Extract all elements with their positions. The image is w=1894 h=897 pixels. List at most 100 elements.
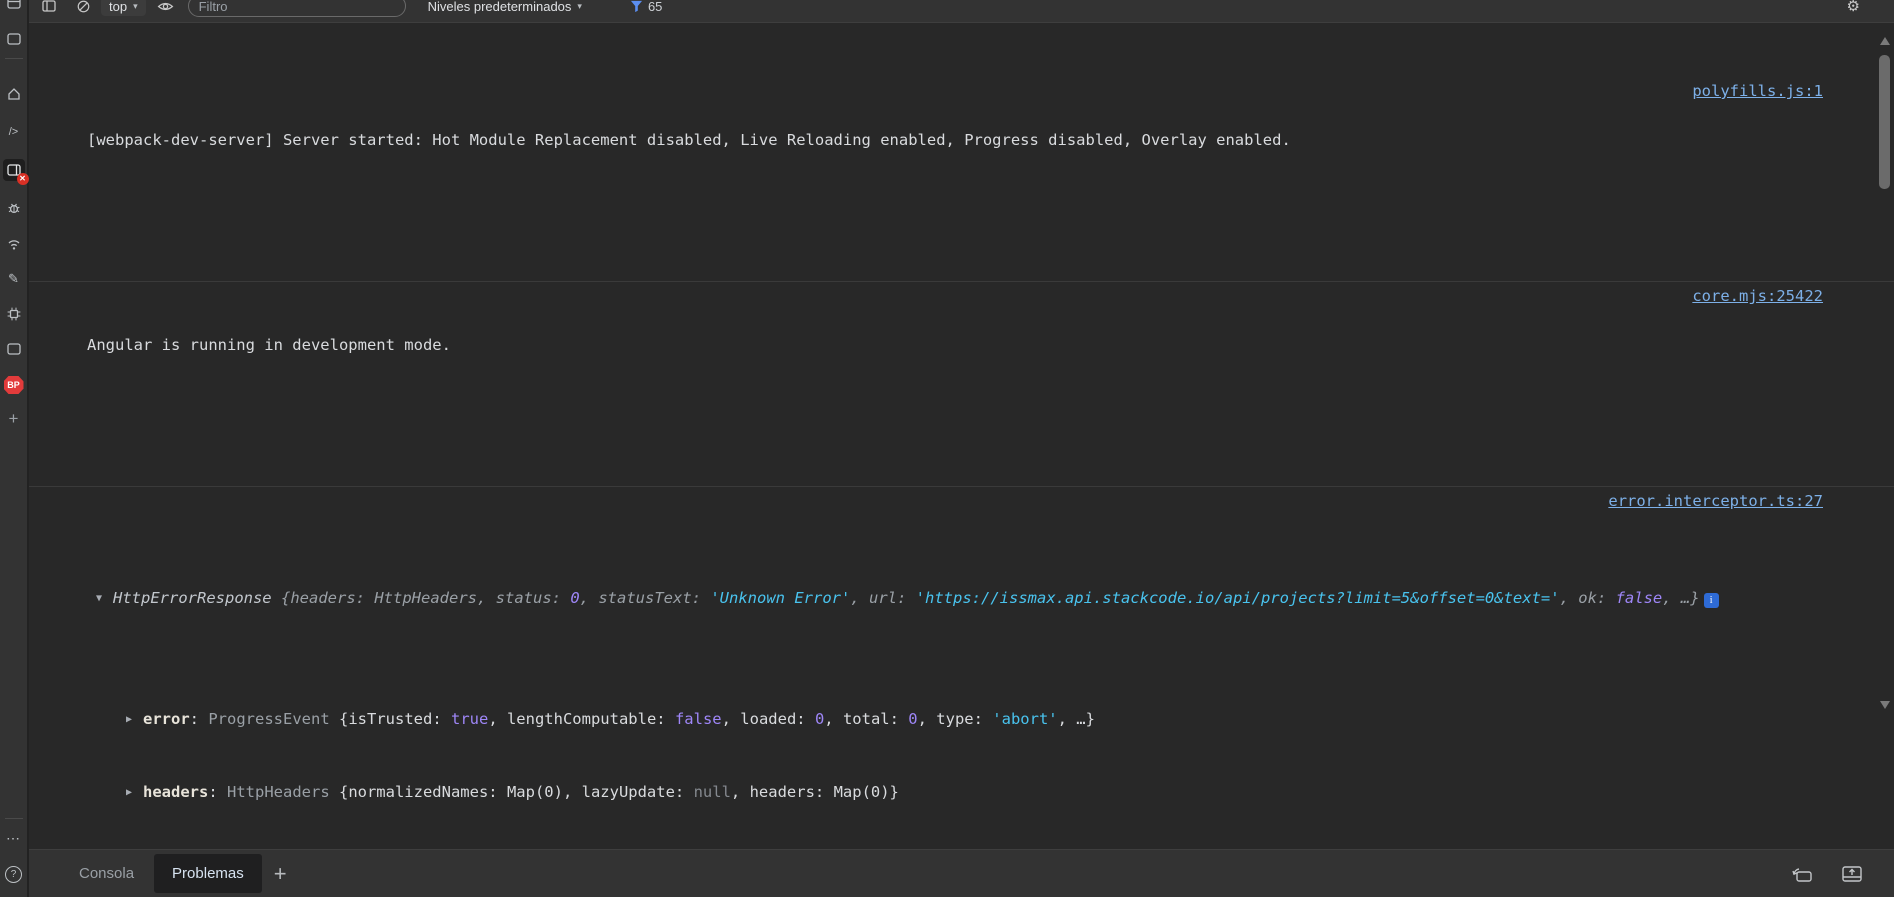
text-token: : bbox=[552, 589, 571, 607]
hidden-messages-counter[interactable]: 65 bbox=[630, 0, 662, 14]
text-token: [webpack-dev-server] Server started: Hot… bbox=[87, 131, 1291, 149]
sidebar-divider bbox=[5, 818, 23, 819]
panel-top-icon[interactable] bbox=[3, 0, 25, 14]
scrollbar bbox=[1876, 23, 1894, 715]
error-object-group: error.interceptor.ts:27 ▼HttpErrorRespon… bbox=[29, 486, 1894, 850]
error-count-badge: ✕ bbox=[17, 173, 29, 185]
text-token: : bbox=[190, 710, 209, 728]
chip-icon[interactable] bbox=[3, 303, 25, 325]
scroll-down-arrow[interactable] bbox=[1880, 701, 1890, 709]
text-token: HttpHeaders bbox=[227, 783, 339, 801]
bp-badge: BP bbox=[4, 376, 24, 394]
text-token: , headers: Map(0)} bbox=[731, 783, 899, 801]
info-icon[interactable]: i bbox=[1704, 593, 1719, 608]
source-link[interactable]: error.interceptor.ts:27 bbox=[1608, 490, 1823, 512]
object-property: ▶error: ProgressEvent {isTrusted: true, … bbox=[126, 707, 1804, 732]
text-token: 0 bbox=[815, 710, 824, 728]
object-children: ▶error: ProgressEvent {isTrusted: true, … bbox=[87, 659, 1804, 850]
settings-gear-icon[interactable]: ⚙ bbox=[1847, 0, 1860, 15]
context-selector[interactable]: top ▾ bbox=[101, 0, 146, 16]
text-token: true bbox=[451, 710, 488, 728]
text-token: 'https://issmax.api.stackcode.io/api/pro… bbox=[916, 589, 1560, 607]
text-token: , lengthComputable: bbox=[488, 710, 675, 728]
help-icon[interactable]: ? bbox=[3, 863, 25, 885]
more-tools-icon[interactable]: ⋯ bbox=[3, 827, 25, 849]
filter-input[interactable] bbox=[188, 0, 406, 17]
console-toolbar: top ▾ Niveles predeterminados ▾ 65 ⚙ bbox=[29, 0, 1894, 23]
rotate-device-icon[interactable] bbox=[1790, 862, 1814, 886]
tab-console[interactable]: Consola bbox=[61, 850, 152, 897]
console-message: Angular is running in development mode. … bbox=[29, 281, 1894, 432]
console-panel-icon[interactable]: ✕ bbox=[3, 159, 25, 181]
text-token: , bbox=[1560, 589, 1579, 607]
text-token: false bbox=[675, 710, 722, 728]
hidden-count: 65 bbox=[648, 0, 662, 14]
text-token: headers bbox=[143, 783, 208, 801]
help-glyph: ? bbox=[5, 866, 22, 883]
funnel-icon bbox=[630, 0, 643, 13]
text-token: : bbox=[208, 783, 227, 801]
text-token: {isTrusted: bbox=[339, 710, 451, 728]
text-token: , type: bbox=[918, 710, 993, 728]
chevron-down-icon: ▾ bbox=[577, 1, 582, 12]
text-token: : bbox=[356, 589, 375, 607]
text-token: {normalizedNames: Map(0), lazyUpdate: bbox=[339, 783, 694, 801]
bug-icon[interactable] bbox=[3, 197, 25, 219]
console-panel: top ▾ Niveles predeterminados ▾ 65 ⚙ [we… bbox=[29, 0, 1894, 850]
text-token: error bbox=[143, 710, 190, 728]
expand-arrow[interactable]: ▼ bbox=[96, 587, 113, 611]
object-property: ▶headers: HttpHeaders {normalizedNames: … bbox=[126, 780, 1804, 805]
filter-box bbox=[188, 0, 406, 17]
add-tab-icon[interactable]: + bbox=[274, 861, 287, 887]
expand-arrow[interactable]: ▶ bbox=[126, 708, 143, 732]
text-token: false bbox=[1616, 589, 1663, 607]
add-tool-icon[interactable]: + bbox=[3, 408, 25, 430]
text-token: 'Unknown Error' bbox=[710, 589, 850, 607]
message-text: Angular is running in development mode. bbox=[87, 333, 1804, 357]
console-sidebar-toggle-icon[interactable] bbox=[39, 0, 59, 16]
clear-console-icon[interactable] bbox=[73, 0, 93, 16]
expand-arrow[interactable]: ▶ bbox=[126, 781, 143, 805]
adblock-extension-icon[interactable]: BP bbox=[3, 374, 25, 396]
scrollbar-thumb[interactable] bbox=[1879, 55, 1890, 189]
live-expression-eye-icon[interactable] bbox=[156, 0, 176, 16]
text-token: 0 bbox=[570, 589, 579, 607]
network-icon[interactable] bbox=[3, 233, 25, 255]
text-token: , …} bbox=[1662, 589, 1699, 607]
dock-panel-icon[interactable] bbox=[1840, 862, 1864, 886]
text-token: headers bbox=[290, 589, 355, 607]
text-token: , bbox=[580, 589, 599, 607]
devtools-window: /> ✕ ✎ BP + ⋯ ? bbox=[0, 0, 1894, 897]
source-link[interactable]: core.mjs:25422 bbox=[1692, 285, 1823, 307]
text-token: 0 bbox=[908, 710, 917, 728]
text-token: ProgressEvent bbox=[208, 710, 339, 728]
text-token: , total: bbox=[824, 710, 908, 728]
text-token: 'abort' bbox=[992, 710, 1057, 728]
home-icon[interactable] bbox=[3, 83, 25, 105]
text-token: : bbox=[1597, 589, 1616, 607]
source-link[interactable]: polyfills.js:1 bbox=[1692, 80, 1823, 102]
text-token: HttpHeaders bbox=[374, 589, 477, 607]
message-text: [webpack-dev-server] Server started: Hot… bbox=[87, 128, 1804, 152]
log-levels-dropdown[interactable]: Niveles predeterminados ▾ bbox=[428, 0, 582, 14]
context-label: top bbox=[109, 0, 127, 14]
text-token: { bbox=[281, 589, 290, 607]
object-preview: ▼HttpErrorResponse {headers: HttpHeaders… bbox=[87, 586, 1804, 611]
text-token: , …} bbox=[1058, 710, 1095, 728]
bottom-tab-bar: Consola Problemas + bbox=[29, 849, 1894, 897]
pen-icon[interactable]: ✎ bbox=[3, 268, 25, 290]
text-token: status bbox=[496, 589, 552, 607]
panel-bottom-icon[interactable] bbox=[3, 338, 25, 360]
text-token: , loaded: bbox=[722, 710, 815, 728]
text-token: HttpErrorResponse bbox=[113, 589, 281, 607]
text-token: , bbox=[850, 589, 869, 607]
panel-icon[interactable] bbox=[3, 28, 25, 50]
console-message: [webpack-dev-server] Server started: Hot… bbox=[29, 77, 1894, 227]
sidebar-divider bbox=[5, 58, 23, 59]
text-token: null bbox=[694, 783, 731, 801]
text-token: : bbox=[692, 589, 711, 607]
tab-problems[interactable]: Problemas bbox=[154, 854, 262, 893]
text-token: url bbox=[869, 589, 897, 607]
scroll-up-arrow[interactable] bbox=[1880, 37, 1890, 45]
elements-code-icon[interactable]: /> bbox=[3, 121, 25, 143]
